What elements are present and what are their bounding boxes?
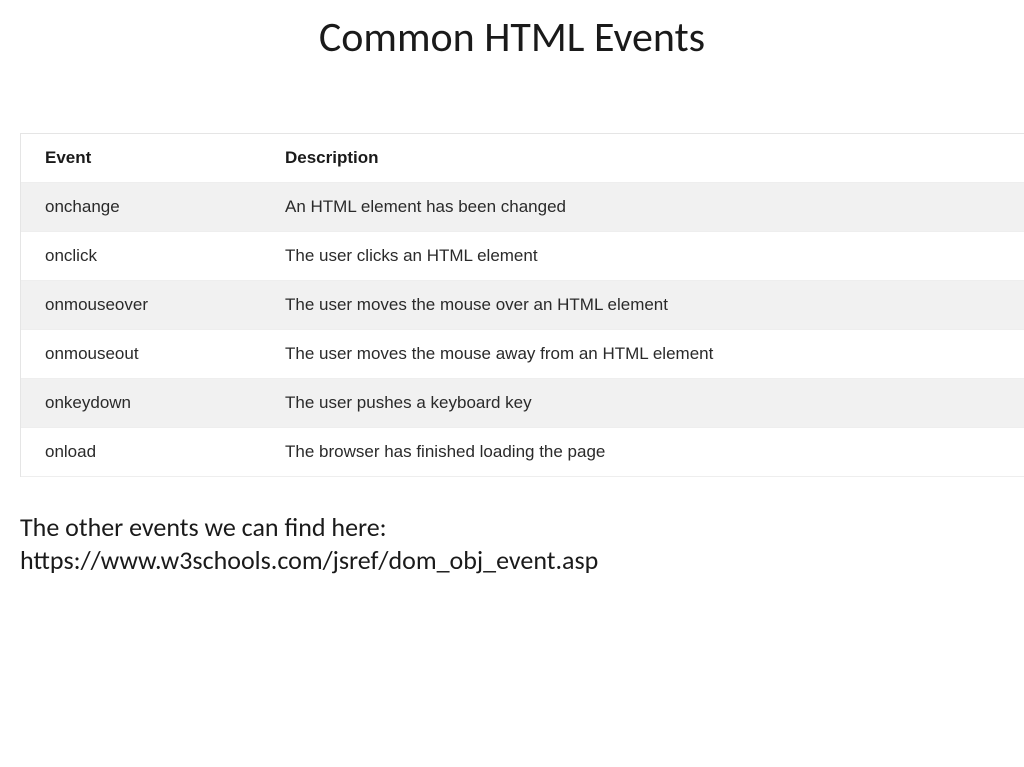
cell-event: onmouseout — [21, 330, 261, 379]
cell-event: onchange — [21, 183, 261, 232]
cell-description: An HTML element has been changed — [261, 183, 1024, 232]
page-title: Common HTML Events — [0, 12, 1024, 63]
table-header-row: Event Description — [21, 134, 1024, 183]
cell-description: The browser has finished loading the pag… — [261, 428, 1024, 477]
header-description: Description — [261, 134, 1024, 183]
cell-event: onmouseover — [21, 281, 261, 330]
cell-event: onkeydown — [21, 379, 261, 428]
table-row: onkeydown The user pushes a keyboard key — [21, 379, 1024, 428]
slide: Common HTML Events Event Description onc… — [0, 0, 1024, 767]
events-table-container: Event Description onchange An HTML eleme… — [20, 133, 1024, 477]
table-row: onmouseover The user moves the mouse ove… — [21, 281, 1024, 330]
events-table: Event Description onchange An HTML eleme… — [21, 134, 1024, 477]
table-row: onchange An HTML element has been change… — [21, 183, 1024, 232]
header-event: Event — [21, 134, 261, 183]
cell-description: The user moves the mouse over an HTML el… — [261, 281, 1024, 330]
table-row: onmouseout The user moves the mouse away… — [21, 330, 1024, 379]
cell-event: onclick — [21, 232, 261, 281]
footer-note: The other events we can find here: https… — [20, 511, 1024, 576]
footer-line-1: The other events we can find here: — [20, 511, 1024, 544]
table-row: onload The browser has finished loading … — [21, 428, 1024, 477]
cell-description: The user moves the mouse away from an HT… — [261, 330, 1024, 379]
cell-event: onload — [21, 428, 261, 477]
cell-description: The user clicks an HTML element — [261, 232, 1024, 281]
table-row: onclick The user clicks an HTML element — [21, 232, 1024, 281]
cell-description: The user pushes a keyboard key — [261, 379, 1024, 428]
footer-line-2: https://www.w3schools.com/jsref/dom_obj_… — [20, 544, 1024, 577]
